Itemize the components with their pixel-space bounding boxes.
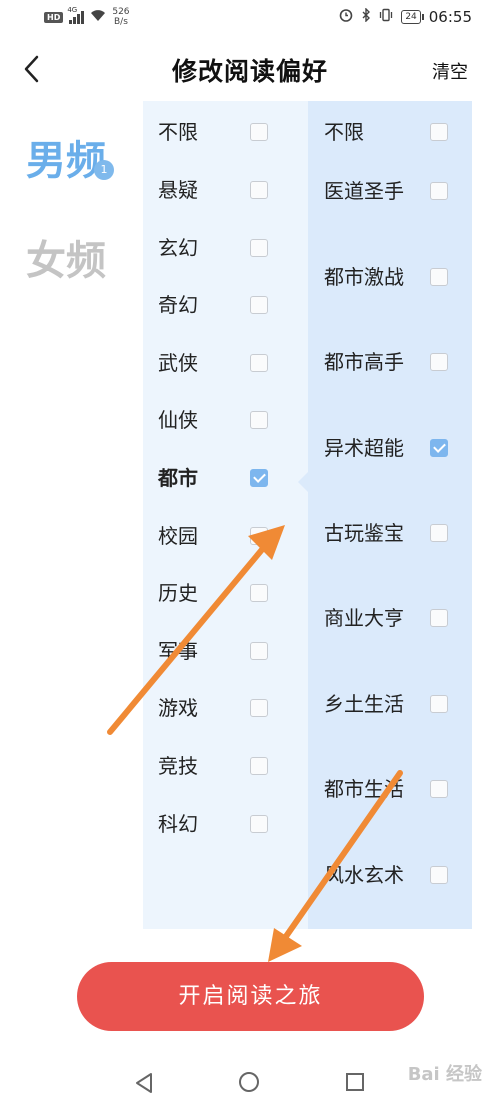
nav-back-icon[interactable] [134, 1072, 154, 1094]
subgenre-item-label: 都市生活 [324, 777, 404, 801]
nav-recent-apps-icon[interactable] [346, 1073, 364, 1091]
subgenre-item-urban-life[interactable]: 都市生活 [324, 776, 454, 802]
bluetooth-icon [361, 7, 371, 26]
cell-signal-icon: 4G [67, 6, 85, 24]
genre-checkbox[interactable] [250, 296, 268, 314]
nav-home-icon[interactable] [239, 1072, 259, 1092]
subgenre-item-urban-expert[interactable]: 都市高手 [324, 349, 454, 375]
page-title: 修改阅读偏好 [171, 57, 328, 86]
genre-item-sports[interactable]: 竞技 [158, 753, 276, 779]
genre-item-scifi[interactable]: 科幻 [158, 811, 276, 837]
genre-item-label: 科幻 [158, 812, 198, 836]
genre-checkbox[interactable] [250, 699, 268, 717]
subgenre-checkbox[interactable] [430, 182, 448, 200]
genre-item-wuxia[interactable]: 武侠 [158, 350, 276, 376]
subgenre-item-antiques[interactable]: 古玩鉴宝 [324, 520, 454, 546]
genre-checkbox[interactable] [250, 815, 268, 833]
genre-item-label: 历史 [158, 581, 198, 605]
genre-item-military[interactable]: 军事 [158, 638, 276, 664]
subgenre-item-fengshui[interactable]: 风水玄术 [324, 862, 454, 888]
speed-unit: B/s [113, 17, 128, 27]
subgenre-item-label: 商业大亨 [324, 606, 404, 630]
genre-item-label: 军事 [158, 639, 198, 663]
subgenre-item-label: 不限 [324, 120, 364, 144]
subgenre-checkbox[interactable] [430, 780, 448, 798]
subgenre-item-rural-life[interactable]: 乡土生活 [324, 691, 454, 717]
subgenre-item-medical[interactable]: 医道圣手 [324, 178, 454, 204]
subgenre-item-label: 都市激战 [324, 265, 404, 289]
genre-item-label: 武侠 [158, 351, 198, 375]
genre-checkbox-checked[interactable] [250, 469, 268, 487]
network-type: 4G [67, 6, 78, 14]
genre-item-label: 不限 [158, 120, 198, 144]
genre-checkbox[interactable] [250, 239, 268, 257]
annotation-arrowhead-down [268, 928, 302, 962]
genre-checkbox[interactable] [250, 411, 268, 429]
genre-item-label: 仙侠 [158, 408, 198, 432]
status-bar: HD 4G 526 B/s 24 06:55 [0, 0, 500, 36]
genre-item-label: 竞技 [158, 754, 198, 778]
selection-pointer [298, 472, 308, 492]
clock: 06:55 [428, 8, 472, 26]
subgenre-item-label: 古玩鉴宝 [324, 521, 404, 545]
genre-item-label: 游戏 [158, 696, 198, 720]
genre-checkbox[interactable] [250, 757, 268, 775]
genre-item-unlimited[interactable]: 不限 [158, 119, 276, 145]
genre-item-label: 玄幻 [158, 236, 198, 260]
subgenre-checkbox[interactable] [430, 524, 448, 542]
subgenre-checkbox[interactable] [430, 866, 448, 884]
alarm-icon [339, 8, 353, 26]
clear-button[interactable]: 清空 [432, 58, 468, 84]
genre-list-panel [143, 101, 308, 929]
vibrate-icon [379, 8, 393, 26]
genre-item-fantasy[interactable]: 奇幻 [158, 292, 276, 318]
subgenre-item-label: 异术超能 [324, 436, 404, 460]
battery-icon: 24 [401, 10, 425, 24]
subgenre-item-label: 医道圣手 [324, 179, 404, 203]
genre-item-xianxia[interactable]: 仙侠 [158, 407, 276, 433]
header: 修改阅读偏好 清空 [0, 40, 500, 100]
subgenre-checkbox[interactable] [430, 268, 448, 286]
subgenre-item-superpower[interactable]: 异术超能 [324, 435, 454, 461]
subgenre-item-unlimited[interactable]: 不限 [324, 119, 454, 145]
genre-checkbox[interactable] [250, 123, 268, 141]
genre-item-suspense[interactable]: 悬疑 [158, 177, 276, 203]
start-reading-button[interactable]: 开启阅读之旅 [77, 962, 424, 1031]
genre-checkbox[interactable] [250, 584, 268, 602]
subgenre-checkbox[interactable] [430, 123, 448, 141]
genre-checkbox[interactable] [250, 354, 268, 372]
network-speed: 526 B/s [112, 7, 129, 27]
subgenre-item-label: 乡土生活 [324, 692, 404, 716]
genre-item-campus[interactable]: 校园 [158, 523, 276, 549]
watermark: Bai 经验 [407, 1064, 482, 1085]
genre-item-urban[interactable]: 都市 [158, 465, 276, 491]
genre-checkbox[interactable] [250, 527, 268, 545]
genre-item-label: 奇幻 [158, 293, 198, 317]
genre-checkbox[interactable] [250, 642, 268, 660]
genre-checkbox[interactable] [250, 181, 268, 199]
tab-female[interactable]: 女频 [26, 228, 106, 286]
genre-item-label: 都市 [158, 466, 198, 490]
subgenre-item-tycoon[interactable]: 商业大亨 [324, 605, 454, 631]
genre-item-label: 校园 [158, 524, 198, 548]
tab-male[interactable]: 男频 [26, 128, 106, 186]
genre-item-label: 悬疑 [158, 178, 198, 202]
wifi-icon [90, 9, 106, 26]
subgenre-checkbox[interactable] [430, 609, 448, 627]
subgenre-item-label: 风水玄术 [324, 863, 404, 887]
hd-badge: HD [44, 11, 64, 23]
tab-male-count-badge: 1 [94, 160, 114, 180]
genre-item-game[interactable]: 游戏 [158, 695, 276, 721]
speed-value: 526 [112, 7, 130, 17]
subgenre-item-urban-battle[interactable]: 都市激战 [324, 264, 454, 290]
genre-item-history[interactable]: 历史 [158, 580, 276, 606]
subgenre-item-label: 都市高手 [324, 350, 404, 374]
subgenre-checkbox[interactable] [430, 695, 448, 713]
subgenre-list-panel [308, 101, 472, 929]
subgenre-checkbox[interactable] [430, 353, 448, 371]
genre-item-xuanhuan[interactable]: 玄幻 [158, 235, 276, 261]
subgenre-checkbox-checked[interactable] [430, 439, 448, 457]
